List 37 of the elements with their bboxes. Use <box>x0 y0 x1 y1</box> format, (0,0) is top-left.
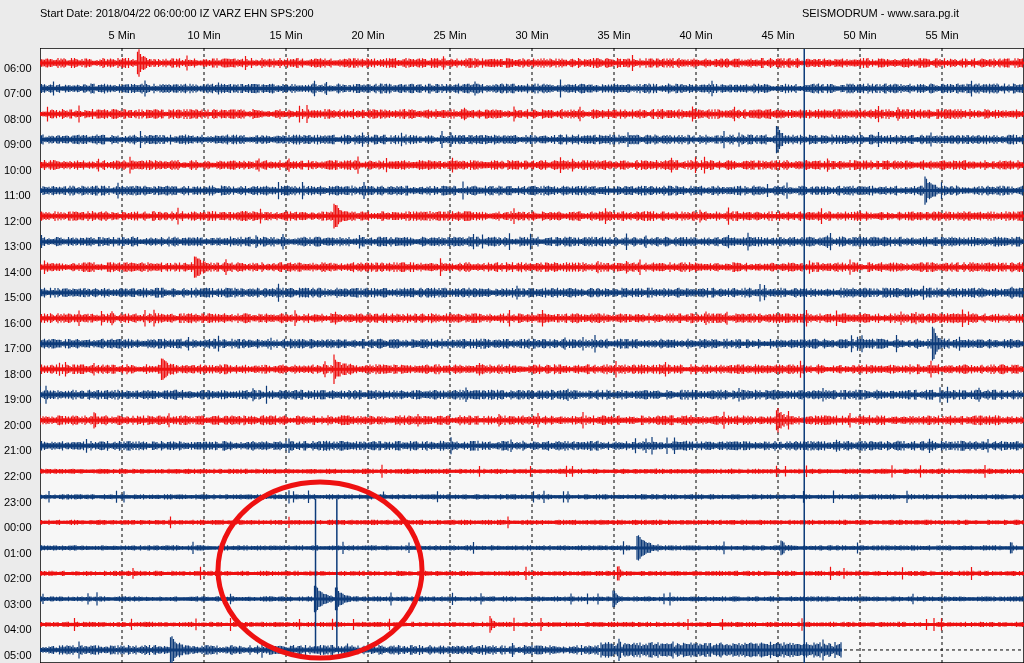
hour-label: 09:00 <box>4 138 32 151</box>
hour-label: 10:00 <box>4 163 32 176</box>
minute-label: 25 Min <box>433 29 467 41</box>
station-info: Start Date: 2018/04/22 06:00:00 IZ VARZ EHN SPS:200 <box>40 7 314 21</box>
minute-label: 5 Min <box>108 29 136 41</box>
hour-label: 17:00 <box>4 342 32 355</box>
minute-label: 55 Min <box>925 29 959 41</box>
hour-label: 00:00 <box>4 521 32 534</box>
hour-label: 15:00 <box>4 291 32 304</box>
hour-label: 20:00 <box>4 418 32 431</box>
minute-label: 45 Min <box>761 29 795 41</box>
minute-label: 40 Min <box>679 29 713 41</box>
hour-label: 08:00 <box>4 112 32 125</box>
hour-label: 19:00 <box>4 393 32 406</box>
hour-label: 04:00 <box>4 623 32 636</box>
hour-label: 05:00 <box>4 648 32 661</box>
hour-label: 07:00 <box>4 87 32 100</box>
hour-label: 16:00 <box>4 316 32 329</box>
hour-label: 13:00 <box>4 240 32 253</box>
hour-label: 01:00 <box>4 546 32 559</box>
minute-label: 30 Min <box>515 29 549 41</box>
minute-label: 50 Min <box>843 29 877 41</box>
hour-label: 06:00 <box>4 61 32 74</box>
hour-label: 23:00 <box>4 495 32 508</box>
hour-label: 02:00 <box>4 572 32 585</box>
minute-label: 35 Min <box>597 29 631 41</box>
hour-label: 03:00 <box>4 597 32 610</box>
hour-label: 11:00 <box>4 189 31 202</box>
minute-label: 10 Min <box>187 29 221 41</box>
hour-label: 21:00 <box>4 444 32 457</box>
minute-label: 15 Min <box>269 29 303 41</box>
hour-label: 12:00 <box>4 214 32 227</box>
hour-label: 18:00 <box>4 367 32 380</box>
hour-label: 14:00 <box>4 265 32 278</box>
credit-text: SEISMODRUM - www.sara.pg.it <box>801 7 959 21</box>
minute-label: 20 Min <box>351 29 385 41</box>
hour-label: 22:00 <box>4 470 32 482</box>
